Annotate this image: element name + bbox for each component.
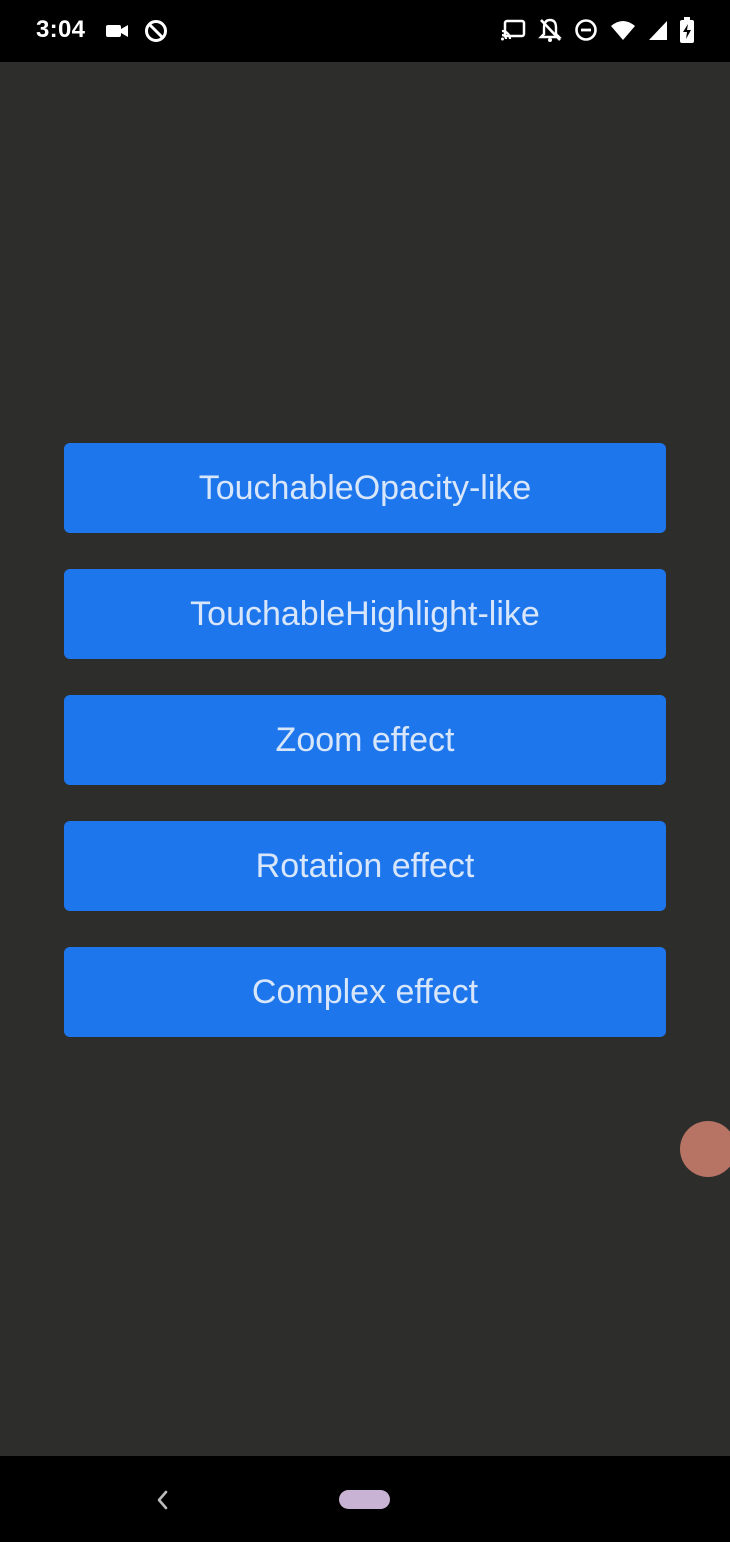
video-camera-icon [105, 22, 129, 40]
status-time: 3:04 [36, 16, 86, 43]
touchable-highlight-like-button[interactable]: TouchableHighlight-like [64, 569, 666, 659]
data-saver-icon [143, 18, 169, 44]
effect-button-list: TouchableOpacity-like TouchableHighlight… [64, 443, 666, 1073]
touch-indicator [680, 1121, 730, 1177]
wifi-icon [610, 19, 636, 41]
status-left-icons [105, 18, 169, 44]
zoom-effect-button[interactable]: Zoom effect [64, 695, 666, 785]
signal-icon [648, 19, 668, 41]
back-icon[interactable] [152, 1486, 174, 1514]
complex-effect-button[interactable]: Complex effect [64, 947, 666, 1037]
app-screen: 3:04 TouchableOpacity-like TouchableHigh… [0, 0, 730, 1542]
do-not-disturb-icon [574, 18, 598, 42]
status-right-icons [500, 17, 694, 43]
battery-charging-icon [680, 17, 694, 43]
touchable-opacity-like-button[interactable]: TouchableOpacity-like [64, 443, 666, 533]
home-pill-icon[interactable] [339, 1490, 390, 1509]
notifications-off-icon [538, 17, 562, 43]
status-bar: 3:04 [0, 0, 730, 62]
cast-icon [500, 19, 526, 41]
rotation-effect-button[interactable]: Rotation effect [64, 821, 666, 911]
navigation-bar [0, 1456, 730, 1542]
